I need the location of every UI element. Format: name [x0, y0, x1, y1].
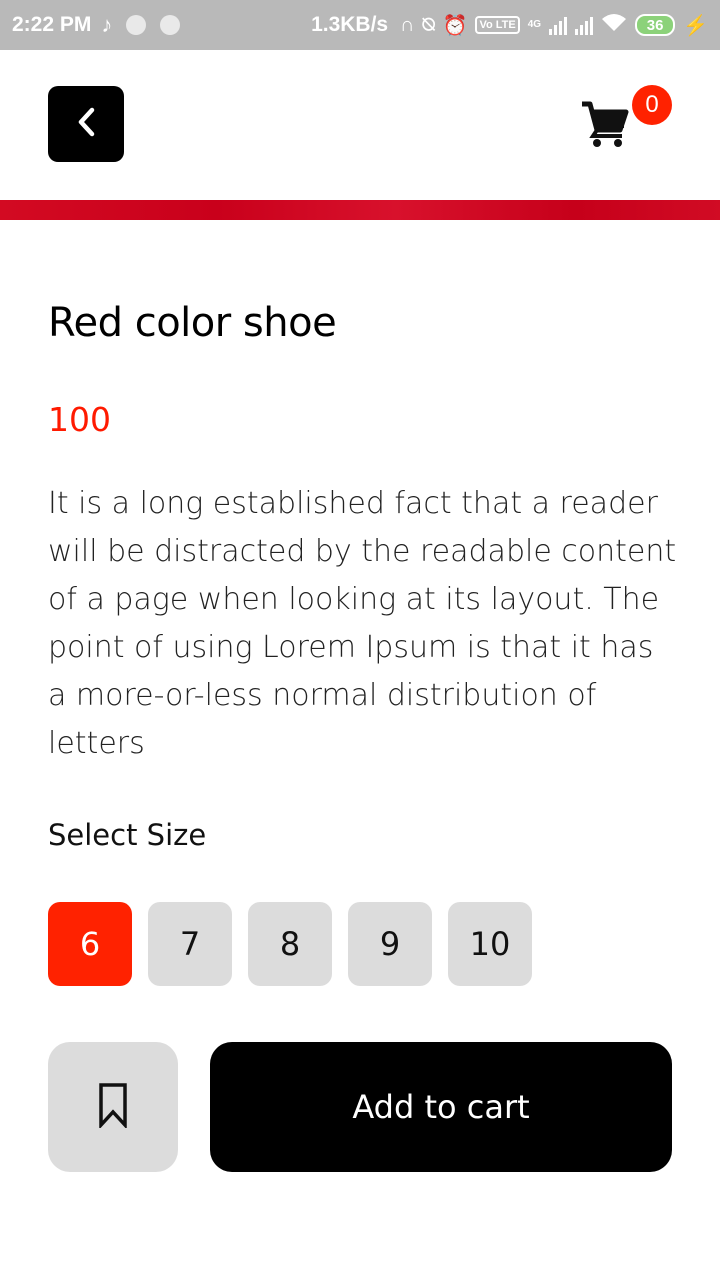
notification-dot-icon	[160, 15, 181, 35]
signal-icon	[549, 15, 568, 35]
product-description: It is a long established fact that a rea…	[48, 486, 677, 761]
bookmark-button[interactable]	[48, 1042, 178, 1172]
product-price: 100	[48, 400, 111, 439]
size-option-6[interactable]: 6	[48, 902, 132, 986]
cart-button[interactable]	[580, 100, 630, 148]
add-to-cart-button[interactable]: Add to cart	[210, 1042, 672, 1172]
network-type: 4G	[527, 19, 542, 30]
charging-icon: ⚡	[683, 14, 708, 37]
network-speed: 1.3KB/s	[311, 13, 389, 36]
notification-dot-icon	[126, 15, 147, 35]
mute-bell-icon: ⍉	[422, 13, 435, 36]
volte-icon: Vo LTE	[475, 16, 520, 34]
status-bar: 2:22 PM ♪ 1.3KB/s ∩ ⍉ ⏰ Vo LTE 4G 36 ⚡	[0, 0, 720, 50]
back-button[interactable]	[48, 86, 124, 162]
banner-strip	[0, 200, 720, 220]
status-icons: 1.3KB/s ∩ ⍉ ⏰ Vo LTE 4G 36 ⚡	[311, 12, 708, 38]
size-option-8[interactable]: 8	[248, 902, 332, 986]
headphones-icon: ∩	[400, 13, 415, 36]
product-title: Red color shoe	[48, 300, 337, 346]
size-options: 6 7 8 9 10	[48, 902, 532, 986]
size-label: Select Size	[48, 818, 207, 852]
size-option-7[interactable]: 7	[148, 902, 232, 986]
size-option-10[interactable]: 10	[448, 902, 532, 986]
cart-count-badge: 0	[632, 85, 672, 125]
wifi-icon	[601, 12, 627, 38]
tiktok-icon: ♪	[101, 12, 113, 37]
bookmark-icon	[98, 1082, 128, 1132]
battery-icon: 36	[635, 14, 676, 36]
size-option-9[interactable]: 9	[348, 902, 432, 986]
alarm-icon: ⏰	[442, 14, 468, 37]
signal-icon	[575, 15, 594, 35]
cart-icon	[580, 101, 630, 152]
chevron-left-icon	[74, 106, 98, 142]
battery-level: 36	[646, 16, 664, 34]
status-time: 2:22 PM	[12, 13, 92, 36]
